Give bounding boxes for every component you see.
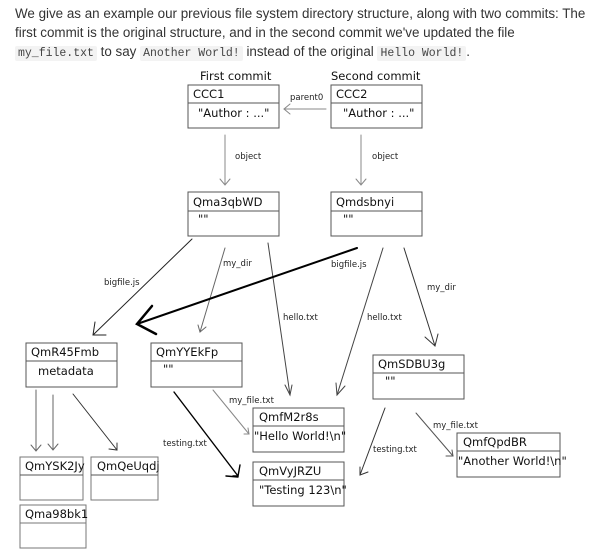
node-body: "Hello World!\n"	[254, 429, 346, 443]
label-testing-1: testing.txt	[163, 439, 208, 449]
node-body: ""	[198, 212, 209, 226]
node-title: CCC2	[336, 87, 367, 101]
edge-object-1	[219, 134, 231, 186]
node-qmsdbu3g: QmSDBU3g ""	[372, 354, 465, 400]
node-title: QmSDBU3g	[378, 357, 445, 371]
node-ccc2: CCC2 "Author : ..."	[330, 84, 423, 129]
label-object-1: object	[235, 152, 262, 162]
node-qmyyekfp: QmYYEkFp ""	[150, 342, 243, 388]
node-ccc1: CCC1 "Author : ..."	[187, 84, 280, 129]
label-mydir-1: my_dir	[223, 259, 252, 269]
node-title: QmfM2r8s	[259, 410, 319, 424]
node-title: Qma98bk1	[25, 507, 88, 521]
node-qmysk2jy: QmYSK2Jy	[19, 456, 85, 501]
node-title: Qma3qbWD	[193, 195, 263, 209]
node-body: "Author : ..."	[198, 106, 269, 120]
edge-myfile-2	[415, 412, 454, 457]
node-qmfm2r8s: QmfM2r8s "Hello World!\n"	[252, 407, 346, 453]
node-title: Qmdsbnyi	[336, 195, 394, 209]
label-myfile-1: my_file.txt	[229, 396, 275, 406]
node-title: QmVyJRZU	[259, 464, 321, 478]
node-body: "Author : ..."	[343, 106, 414, 120]
edge-parent0	[283, 103, 327, 115]
node-body: ""	[163, 362, 174, 376]
label-hello-2: hello.txt	[367, 313, 402, 323]
label-myfile-2: my_file.txt	[433, 421, 479, 431]
node-body: ""	[385, 374, 396, 388]
label-parent0: parent0	[290, 93, 323, 103]
header-second-commit: Second commit	[331, 69, 421, 83]
node-title: QmfQpdBR	[463, 435, 527, 449]
node-qma98bk1: Qma98bk1	[19, 504, 88, 549]
merkle-dag-diagram: First commit Second commit CCC1 "Author …	[19, 69, 567, 549]
node-qma3qbwd: Qma3qbWD ""	[187, 191, 280, 237]
header-first-commit: First commit	[200, 69, 272, 83]
node-qmfqpdbr: QmfQpdBR "Another World!\n"	[456, 432, 567, 478]
edge-mydir-1	[197, 247, 226, 333]
edge-object-2	[355, 134, 367, 186]
node-body: "Testing 123\n"	[259, 483, 347, 497]
label-bigfile-1: bigfile.js	[104, 278, 140, 288]
label-bigfile-2: bigfile.js	[331, 260, 367, 270]
label-hello-1: hello.txt	[283, 313, 318, 323]
edge-blob-1	[30, 389, 42, 452]
edge-blob-2	[47, 394, 59, 451]
edge-testing-2	[359, 407, 386, 476]
node-body: "Another World!\n"	[458, 454, 567, 468]
node-qmdsbnyi: Qmdsbnyi ""	[330, 191, 423, 237]
label-mydir-2: my_dir	[427, 283, 456, 293]
node-title: QmYYEkFp	[156, 345, 218, 359]
node-title: QmR45Fmb	[31, 345, 99, 359]
label-testing-2: testing.txt	[373, 445, 418, 455]
edge-mydir-2	[403, 247, 439, 347]
node-title: QmYSK2Jy	[25, 459, 85, 473]
node-qmqeuqdj: QmQeUqdj	[90, 456, 160, 501]
label-object-2: object	[372, 152, 399, 162]
node-title: CCC1	[193, 87, 224, 101]
node-body: metadata	[38, 364, 94, 378]
node-qmvyjrzu: QmVyJRZU "Testing 123\n"	[252, 461, 347, 507]
edge-blob-3	[72, 393, 118, 451]
node-title: QmQeUqdj	[97, 459, 160, 473]
node-qmr45fmb: QmR45Fmb metadata	[25, 342, 118, 388]
node-body: ""	[343, 212, 354, 226]
